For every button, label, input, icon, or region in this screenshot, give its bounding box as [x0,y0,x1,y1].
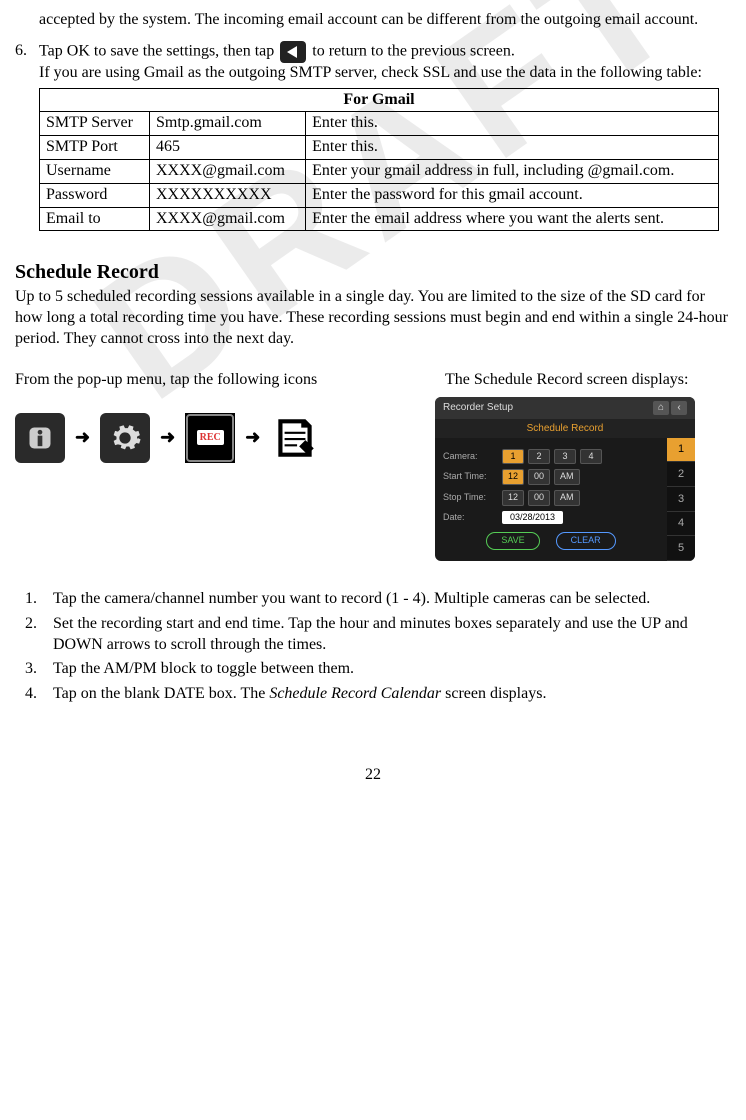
session-slot: 2 [667,462,695,487]
table-header: For Gmail [40,88,719,112]
step-text: Tap on the blank DATE box. The Schedule … [53,684,731,705]
camera-option: 2 [528,449,550,465]
arrow-icon: ➜ [75,426,90,449]
date-label: Date: [443,512,498,524]
session-slot: 5 [667,536,695,561]
left-caption: From the pop-up menu, tap the following … [15,370,445,391]
step-number: 1. [25,589,53,610]
step-number: 3. [25,659,53,680]
camera-option: 4 [580,449,602,465]
arrow-icon: ➜ [160,426,175,449]
date-value: 03/28/2013 [502,511,563,525]
gear-icon [100,413,150,463]
step-number-6: 6. [15,41,39,84]
ui-subtitle: Schedule Record [435,419,695,438]
gmail-settings-table: For Gmail SMTP ServerSmtp.gmail.comEnter… [39,88,719,232]
table-row: Email toXXXX@gmail.comEnter the email ad… [40,207,719,231]
home-icon: ⌂ [653,401,669,415]
camera-option: 1 [502,449,524,465]
table-row: SMTP Port465Enter this. [40,136,719,160]
info-icon [15,413,65,463]
camera-label: Camera: [443,451,498,463]
session-slot: 1 [667,438,695,463]
step6-text-2: If you are using Gmail as the outgoing S… [39,63,731,84]
page-number: 22 [15,765,731,786]
intro-fragment: accepted by the system. The incoming ema… [39,10,731,31]
step-number: 4. [25,684,53,705]
clear-button: CLEAR [556,532,616,550]
table-row: UsernameXXXX@gmail.comEnter your gmail a… [40,159,719,183]
session-slot: 4 [667,512,695,537]
table-row: PasswordXXXXXXXXXXEnter the password for… [40,183,719,207]
schedule-record-screenshot: Recorder Setup ⌂‹ Schedule Record Camera… [435,397,695,561]
ui-title: Recorder Setup [443,401,513,414]
section-body: Up to 5 scheduled recording sessions ava… [15,287,731,349]
stop-time-label: Stop Time: [443,492,498,504]
back-mini-icon: ‹ [671,401,687,415]
step6-text-b: to return to the previous screen. [312,42,515,59]
step-number: 2. [25,614,53,656]
step-text: Tap the camera/channel number you want t… [53,589,731,610]
section-heading-schedule-record: Schedule Record [15,259,731,285]
save-button: SAVE [486,532,539,550]
start-time-label: Start Time: [443,471,498,483]
camera-option: 3 [554,449,576,465]
edit-note-icon [270,413,320,463]
table-row: SMTP ServerSmtp.gmail.comEnter this. [40,112,719,136]
back-icon [280,41,306,63]
right-caption: The Schedule Record screen displays: [445,370,731,391]
step6-text-a: Tap OK to save the settings, then tap [39,42,278,59]
step-text: Tap the AM/PM block to toggle between th… [53,659,731,680]
arrow-icon: ➜ [245,426,260,449]
step-text: Set the recording start and end time. Ta… [53,614,731,656]
session-slot: 3 [667,487,695,512]
rec-icon: REC [185,413,235,463]
